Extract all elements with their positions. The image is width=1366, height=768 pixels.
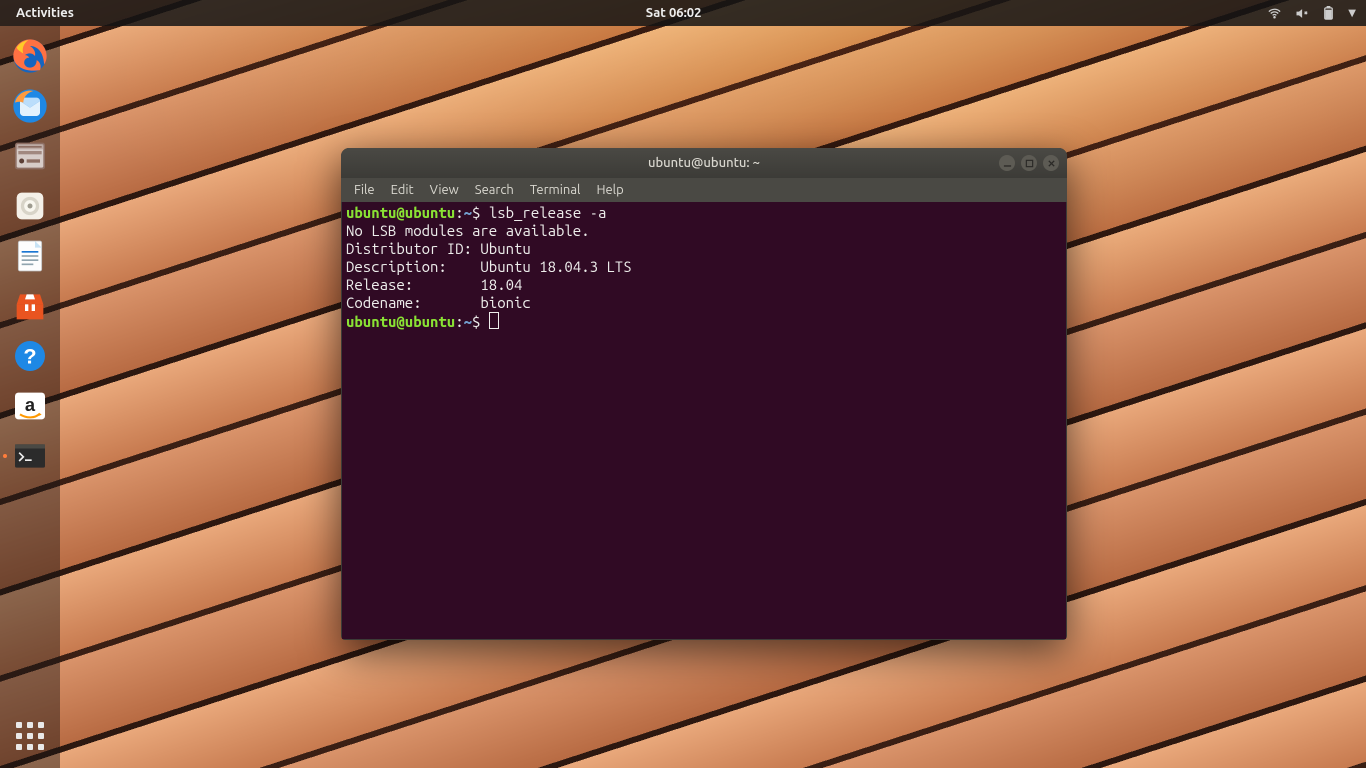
window-title: ubuntu@ubuntu: ~ [341, 156, 1067, 170]
clock[interactable]: Sat 06:02 [646, 6, 702, 20]
show-applications-button[interactable] [8, 714, 52, 758]
prompt-path: ~ [464, 204, 472, 221]
dock-item-help[interactable]: ? [8, 334, 52, 378]
dock-item-firefox[interactable] [8, 34, 52, 78]
chevron-down-icon[interactable]: ▼ [1348, 7, 1356, 19]
volume-muted-icon[interactable] [1294, 6, 1309, 21]
output-line: Release: 18.04 [346, 276, 522, 293]
prompt-colon: : [455, 204, 463, 221]
cursor [489, 312, 499, 329]
battery-icon[interactable] [1321, 6, 1336, 21]
window-controls [999, 148, 1059, 178]
prompt-dollar: $ [472, 204, 489, 221]
desktop: Activities Sat 06:02 ▼ [0, 0, 1366, 768]
menu-help[interactable]: Help [589, 183, 630, 197]
command-text: lsb_release -a [489, 204, 607, 221]
prompt-colon: : [455, 313, 463, 330]
menu-terminal[interactable]: Terminal [523, 183, 588, 197]
dock-item-ubuntu-software[interactable] [8, 284, 52, 328]
prompt-user: ubuntu@ubuntu [346, 313, 455, 330]
svg-text:a: a [25, 394, 36, 415]
prompt-user: ubuntu@ubuntu [346, 204, 455, 221]
dock-item-terminal[interactable] [8, 434, 52, 478]
minimize-button[interactable] [999, 155, 1015, 171]
apps-grid-icon [16, 722, 44, 750]
terminal-window: ubuntu@ubuntu: ~ File Edit View Search T… [341, 148, 1067, 640]
dock-item-thunderbird[interactable] [8, 84, 52, 128]
menu-search[interactable]: Search [468, 183, 521, 197]
dock-item-rhythmbox[interactable] [8, 184, 52, 228]
menu-view[interactable]: View [423, 183, 466, 197]
window-titlebar[interactable]: ubuntu@ubuntu: ~ [341, 148, 1067, 178]
prompt-dollar: $ [472, 313, 489, 330]
dock-item-files[interactable] [8, 134, 52, 178]
output-line: No LSB modules are available. [346, 222, 590, 239]
menu-file[interactable]: File [347, 183, 382, 197]
output-line: Codename: bionic [346, 294, 531, 311]
menu-edit[interactable]: Edit [384, 183, 421, 197]
wifi-icon[interactable] [1267, 6, 1282, 21]
prompt-path: ~ [464, 313, 472, 330]
activities-button[interactable]: Activities [10, 6, 80, 20]
top-panel: Activities Sat 06:02 ▼ [0, 0, 1366, 26]
dock-item-libreoffice-writer[interactable] [8, 234, 52, 278]
active-indicator [3, 454, 7, 458]
terminal-content[interactable]: ubuntu@ubuntu:~$ lsb_release -a No LSB m… [342, 202, 1066, 639]
output-line: Distributor ID: Ubuntu [346, 240, 531, 257]
system-tray[interactable]: ▼ [1267, 6, 1356, 21]
terminal-menubar: File Edit View Search Terminal Help [341, 178, 1067, 202]
dock: ? a [0, 26, 60, 768]
svg-text:?: ? [23, 344, 36, 369]
close-button[interactable] [1043, 155, 1059, 171]
maximize-button[interactable] [1021, 155, 1037, 171]
dock-item-amazon[interactable]: a [8, 384, 52, 428]
output-line: Description: Ubuntu 18.04.3 LTS [346, 258, 632, 275]
